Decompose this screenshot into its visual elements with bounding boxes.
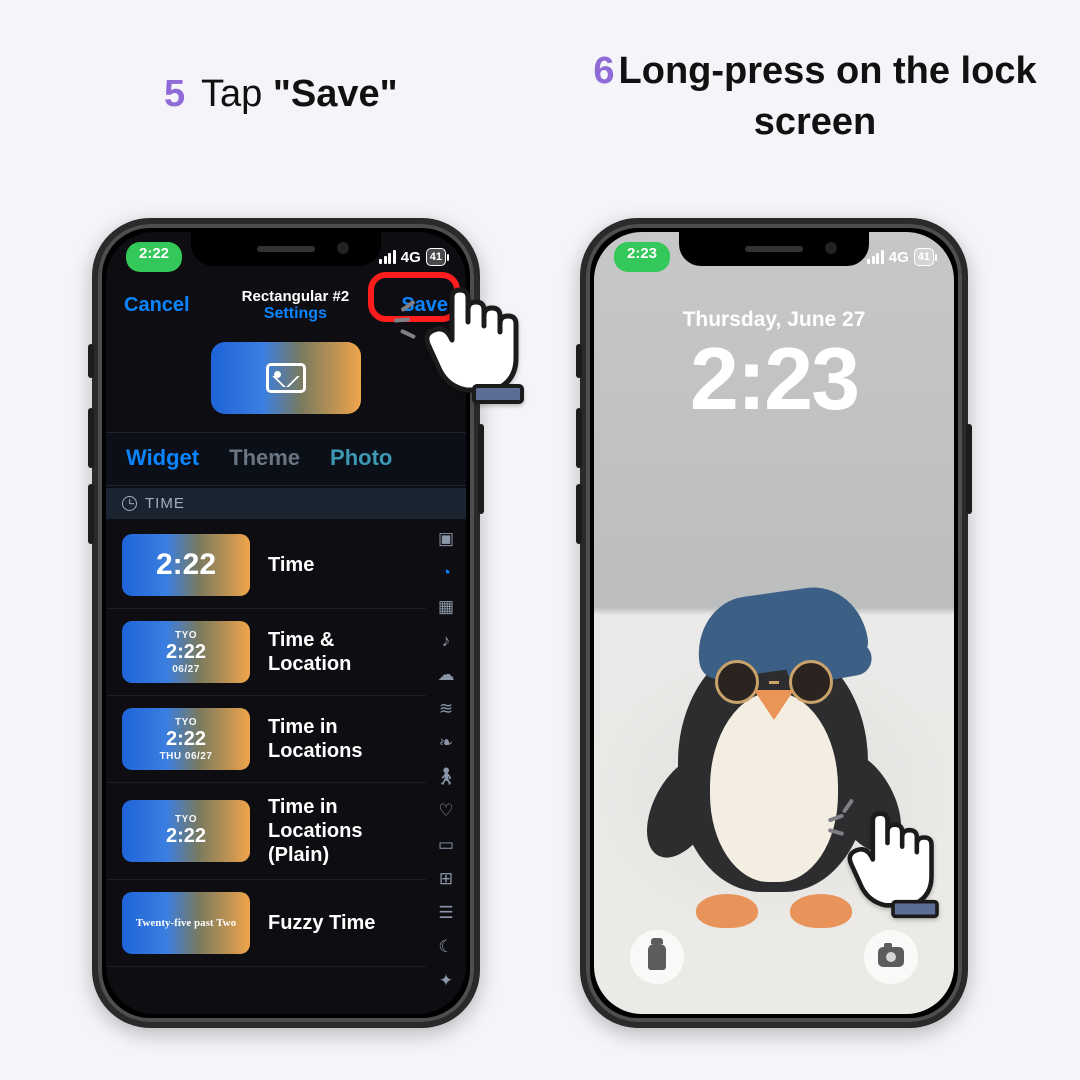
time-icon[interactable]: ◔ — [441, 564, 451, 581]
step-5-prefix: Tap — [201, 73, 273, 115]
heart-icon[interactable]: ♡ — [438, 802, 453, 819]
widget-thumb: TYO 2:22 THU 06/27 — [122, 708, 250, 770]
clock-icon — [122, 496, 137, 511]
status-time-pill[interactable]: 2:22 — [126, 242, 182, 272]
widget-thumb: TYO 2:22 — [122, 800, 250, 862]
network-label: 4G — [889, 249, 909, 266]
widget-label: Time & Location — [268, 628, 418, 676]
signal-icon — [379, 250, 396, 264]
widget-label: Time — [268, 553, 314, 577]
notch — [679, 232, 869, 266]
sparkle-icon[interactable]: ✦ — [439, 972, 453, 989]
notch — [191, 232, 381, 266]
list-item[interactable]: TYO 2:22 THU 06/27 Time in Locations — [106, 696, 426, 783]
walk-icon[interactable]: 🚶︎ — [435, 768, 457, 785]
weather-icon[interactable]: ☁ — [438, 666, 455, 683]
flashlight-button[interactable] — [630, 930, 684, 984]
widget-thumb: TYO 2:22 06/27 — [122, 621, 250, 683]
photo-icon[interactable]: ▣ — [438, 530, 454, 547]
flashlight-icon — [648, 944, 666, 970]
section-header-time: TIME — [106, 488, 466, 519]
mute-switch[interactable] — [576, 344, 582, 378]
network-label: 4G — [401, 249, 421, 266]
widget-preview[interactable] — [211, 342, 361, 414]
lockscreen-time: 2:23 — [594, 328, 954, 430]
status-time-pill[interactable]: 2:23 — [614, 242, 670, 272]
step-6-caption: 6Long-press on the lock screen — [575, 46, 1055, 149]
power-button[interactable] — [478, 424, 484, 514]
widget-label: Time in Locations (Plain) — [268, 795, 418, 867]
status-right: 4G 41 — [867, 242, 934, 272]
battery-icon: 41 — [426, 248, 446, 266]
power-button[interactable] — [966, 424, 972, 514]
list-item[interactable]: 2:22 Time — [106, 522, 426, 609]
signal-icon — [867, 250, 884, 264]
widget-label: Time in Locations — [268, 715, 418, 763]
step-5-bold: "Save" — [273, 73, 398, 115]
grid-icon[interactable]: ⊞ — [439, 870, 453, 887]
volume-up-button[interactable] — [88, 408, 94, 468]
tap-hand-icon — [838, 810, 948, 925]
volume-down-button[interactable] — [576, 484, 582, 544]
wind-icon[interactable]: ≋ — [439, 700, 453, 717]
widget-label: Fuzzy Time — [268, 911, 375, 935]
moon-icon[interactable]: ☾ — [438, 938, 453, 955]
battery-icon: 41 — [914, 248, 934, 266]
tap-hand-icon — [414, 286, 534, 411]
list-item[interactable]: Twenty-five past Two Fuzzy Time — [106, 880, 426, 967]
tab-photo[interactable]: Photo — [330, 445, 392, 471]
cancel-button[interactable]: Cancel — [124, 294, 190, 317]
widget-settings-app: 2:22 4G 41 Cancel Rectangular #2 Setting… — [106, 232, 466, 1014]
widget-list[interactable]: 2:22 Time TYO 2:22 06/27 Time & Location… — [106, 522, 426, 1014]
widget-thumb: 2:22 — [122, 534, 250, 596]
segment-tabs: Widget Theme Photo — [106, 432, 466, 486]
nav-title-sub[interactable]: Settings — [242, 305, 350, 323]
step-6-text: Long-press on the lock screen — [619, 50, 1037, 143]
list-item[interactable]: TYO 2:22 Time in Locations (Plain) — [106, 783, 426, 880]
camera-icon — [878, 947, 904, 967]
tab-widget[interactable]: Widget — [126, 445, 199, 471]
mute-switch[interactable] — [88, 344, 94, 378]
step-5-number: 5 — [164, 73, 185, 115]
volume-up-button[interactable] — [576, 408, 582, 468]
widget-thumb: Twenty-five past Two — [122, 892, 250, 954]
battery-cat-icon[interactable]: ▭ — [438, 836, 454, 853]
list-item[interactable]: TYO 2:22 06/27 Time & Location — [106, 609, 426, 696]
volume-down-button[interactable] — [88, 484, 94, 544]
nav-title: Rectangular #2 Settings — [242, 288, 350, 324]
tab-theme[interactable]: Theme — [229, 445, 300, 471]
step-6-number: 6 — [593, 50, 614, 92]
category-rail[interactable]: ▣ ◔ ▦ ♪ ☁ ≋ ❧ 🚶︎ ♡ ▭ ⊞ ☰ ☾ ✦ — [432, 520, 460, 1006]
leaf-icon[interactable]: ❧ — [439, 734, 453, 751]
image-icon — [266, 363, 306, 393]
step-5-caption: 5 Tap "Save" — [164, 73, 398, 116]
calendar-icon[interactable]: ▦ — [438, 598, 454, 615]
sliders-icon[interactable]: ☰ — [438, 904, 453, 921]
section-title: TIME — [145, 495, 185, 512]
status-right: 4G 41 — [379, 242, 446, 272]
nav-title-main: Rectangular #2 — [242, 288, 350, 305]
music-icon[interactable]: ♪ — [442, 632, 451, 649]
camera-button[interactable] — [864, 930, 918, 984]
